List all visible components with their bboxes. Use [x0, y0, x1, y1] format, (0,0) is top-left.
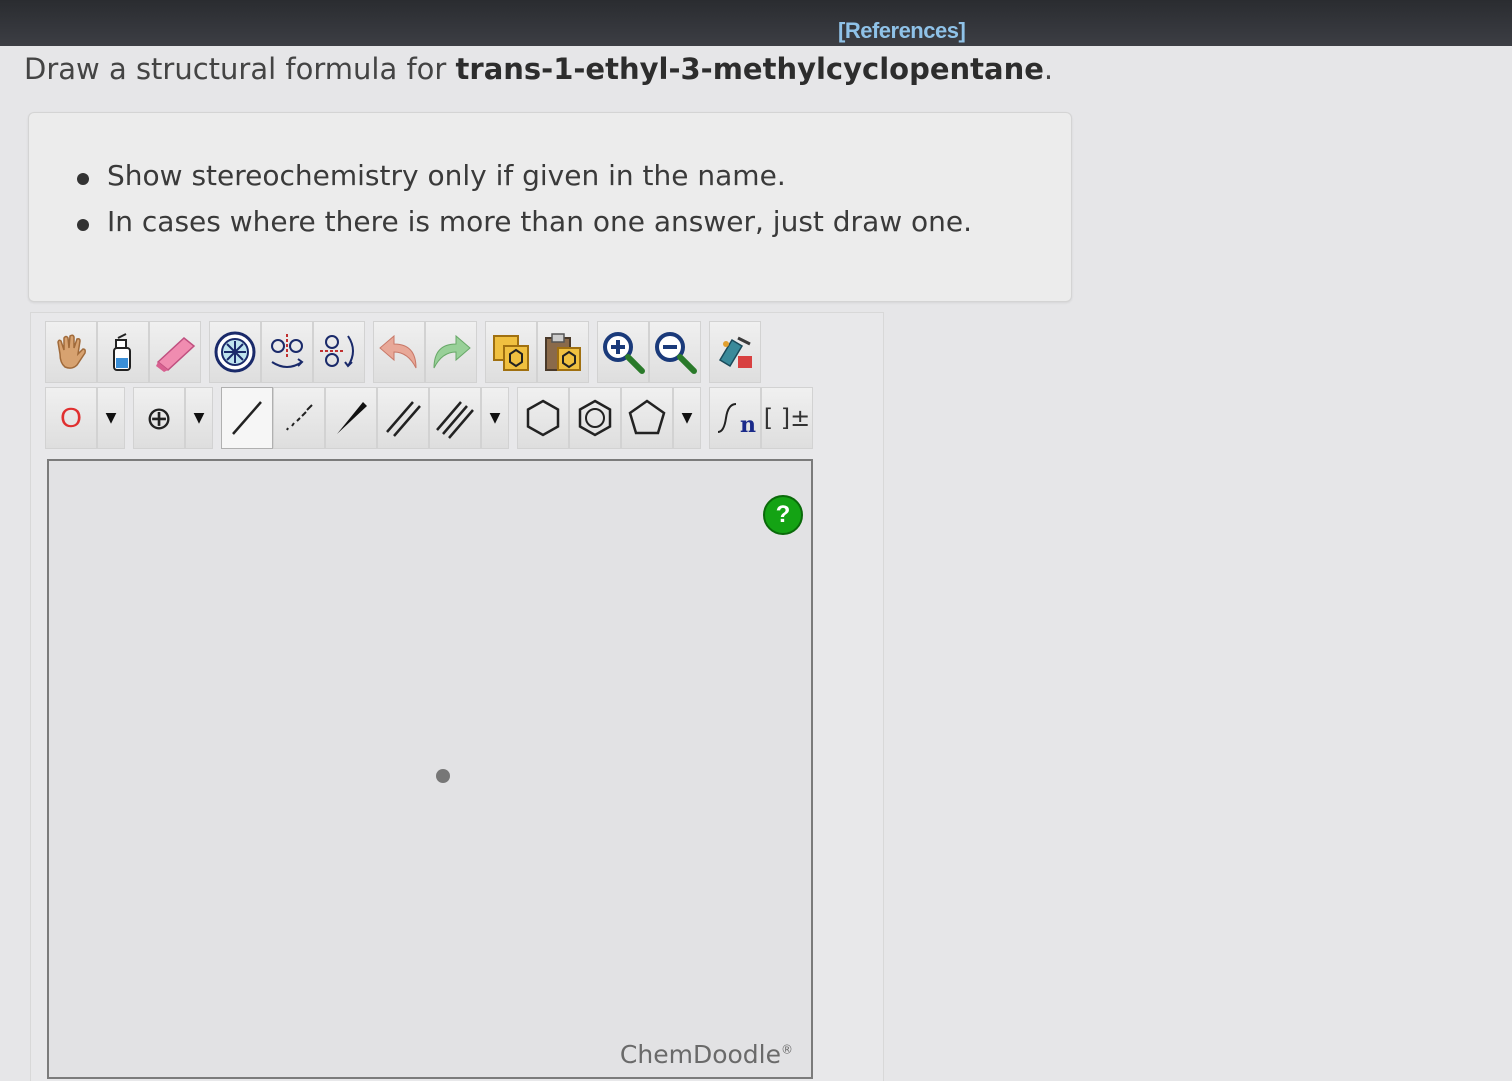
toolbar-row-1 — [45, 321, 761, 383]
instruction-item: Show stereochemistry only if given in th… — [76, 159, 972, 205]
center-button[interactable] — [209, 321, 261, 383]
flip-horizontal-button[interactable] — [261, 321, 313, 383]
zoom-out-icon — [655, 332, 697, 374]
charge-dropdown[interactable]: ▼ — [185, 387, 213, 449]
flip-horizontal-icon — [271, 334, 304, 368]
benzene-button[interactable] — [569, 387, 621, 449]
cyclopentane-icon — [628, 399, 666, 435]
triple-bond-icon — [436, 401, 474, 439]
hashed-wedge-bond-button[interactable] — [273, 387, 325, 449]
bracket-charge-icon: [ ]± — [763, 404, 811, 432]
cyclopentane-button[interactable] — [621, 387, 673, 449]
brand-name: ChemDoodle — [619, 1040, 781, 1069]
double-bond-button[interactable] — [377, 387, 429, 449]
wedge-bond-button[interactable] — [325, 387, 377, 449]
question-prefix: Draw a structural formula for — [24, 52, 456, 86]
references-link[interactable]: [References] — [838, 18, 966, 44]
cursor-dot — [436, 769, 450, 783]
copy-button[interactable] — [485, 321, 537, 383]
registered-mark: ® — [781, 1042, 793, 1057]
center-molecule-icon — [214, 331, 256, 373]
zoom-out-button[interactable] — [649, 321, 701, 383]
atom-label-button[interactable]: O — [45, 387, 97, 449]
ring-dropdown[interactable]: ▼ — [673, 387, 701, 449]
question-text: Draw a structural formula for trans-1-et… — [24, 52, 1053, 86]
hand-tool-button[interactable] — [45, 321, 97, 383]
help-button[interactable]: ? — [763, 495, 803, 535]
single-bond-icon — [232, 401, 262, 435]
instruction-item: In cases where there is more than one an… — [76, 205, 972, 251]
triple-bond-button[interactable] — [429, 387, 481, 449]
atom-dropdown[interactable]: ▼ — [97, 387, 125, 449]
cyclohexane-icon — [526, 399, 560, 437]
clear-button[interactable] — [97, 321, 149, 383]
instruction-box: Show stereochemistry only if given in th… — [28, 112, 1072, 302]
cyclohexane-button[interactable] — [517, 387, 569, 449]
paste-icon — [545, 333, 581, 371]
eraser-icon — [156, 337, 196, 372]
chevron-down-icon: ▼ — [489, 410, 501, 426]
drawing-canvas[interactable]: ? ChemDoodle® — [47, 459, 813, 1079]
flip-vertical-button[interactable] — [313, 321, 365, 383]
plus-charge-icon: ⊕ — [145, 399, 173, 437]
top-bar: [References] — [0, 0, 1512, 46]
clean-icon — [718, 336, 752, 368]
zoom-in-button[interactable] — [597, 321, 649, 383]
zoom-in-icon — [603, 332, 645, 374]
hashed-wedge-bond-icon — [286, 404, 313, 431]
repeat-unit-button[interactable]: n — [709, 387, 761, 449]
bracket-button[interactable]: [ ]± — [761, 387, 813, 449]
paste-button[interactable] — [537, 321, 589, 383]
toolbar-row-2: O ▼ ⊕ ▼ ▼ ▼ n []± — [45, 387, 813, 449]
chevron-down-icon: ▼ — [193, 410, 205, 426]
undo-icon — [379, 334, 417, 369]
flip-vertical-icon — [320, 335, 354, 368]
chevron-down-icon: ▼ — [105, 410, 117, 426]
repeat-unit-icon — [717, 403, 737, 433]
chemdoodle-editor: O ▼ ⊕ ▼ ▼ ▼ n []± ? ChemDoodle® — [30, 312, 884, 1081]
question-suffix: . — [1043, 52, 1054, 86]
clear-bottle-icon — [113, 333, 131, 371]
clean-button[interactable] — [709, 321, 761, 383]
repeat-unit-label: n — [740, 412, 756, 438]
copy-icon — [493, 335, 529, 371]
double-bond-icon — [386, 401, 421, 437]
redo-icon — [433, 334, 471, 369]
eraser-button[interactable] — [149, 321, 201, 383]
instruction-list: Show stereochemistry only if given in th… — [76, 159, 972, 251]
benzene-icon — [578, 399, 612, 437]
single-bond-button[interactable] — [221, 387, 273, 449]
bond-dropdown[interactable]: ▼ — [481, 387, 509, 449]
hand-icon — [57, 334, 86, 369]
atom-label: O — [60, 402, 82, 433]
compound-name: trans-1-ethyl-3-methylcyclopentane — [455, 52, 1044, 86]
chemdoodle-watermark: ChemDoodle® — [620, 1040, 793, 1069]
redo-button[interactable] — [425, 321, 477, 383]
charge-button[interactable]: ⊕ — [133, 387, 185, 449]
chevron-down-icon: ▼ — [681, 410, 693, 426]
wedge-bond-icon — [337, 402, 367, 434]
undo-button[interactable] — [373, 321, 425, 383]
